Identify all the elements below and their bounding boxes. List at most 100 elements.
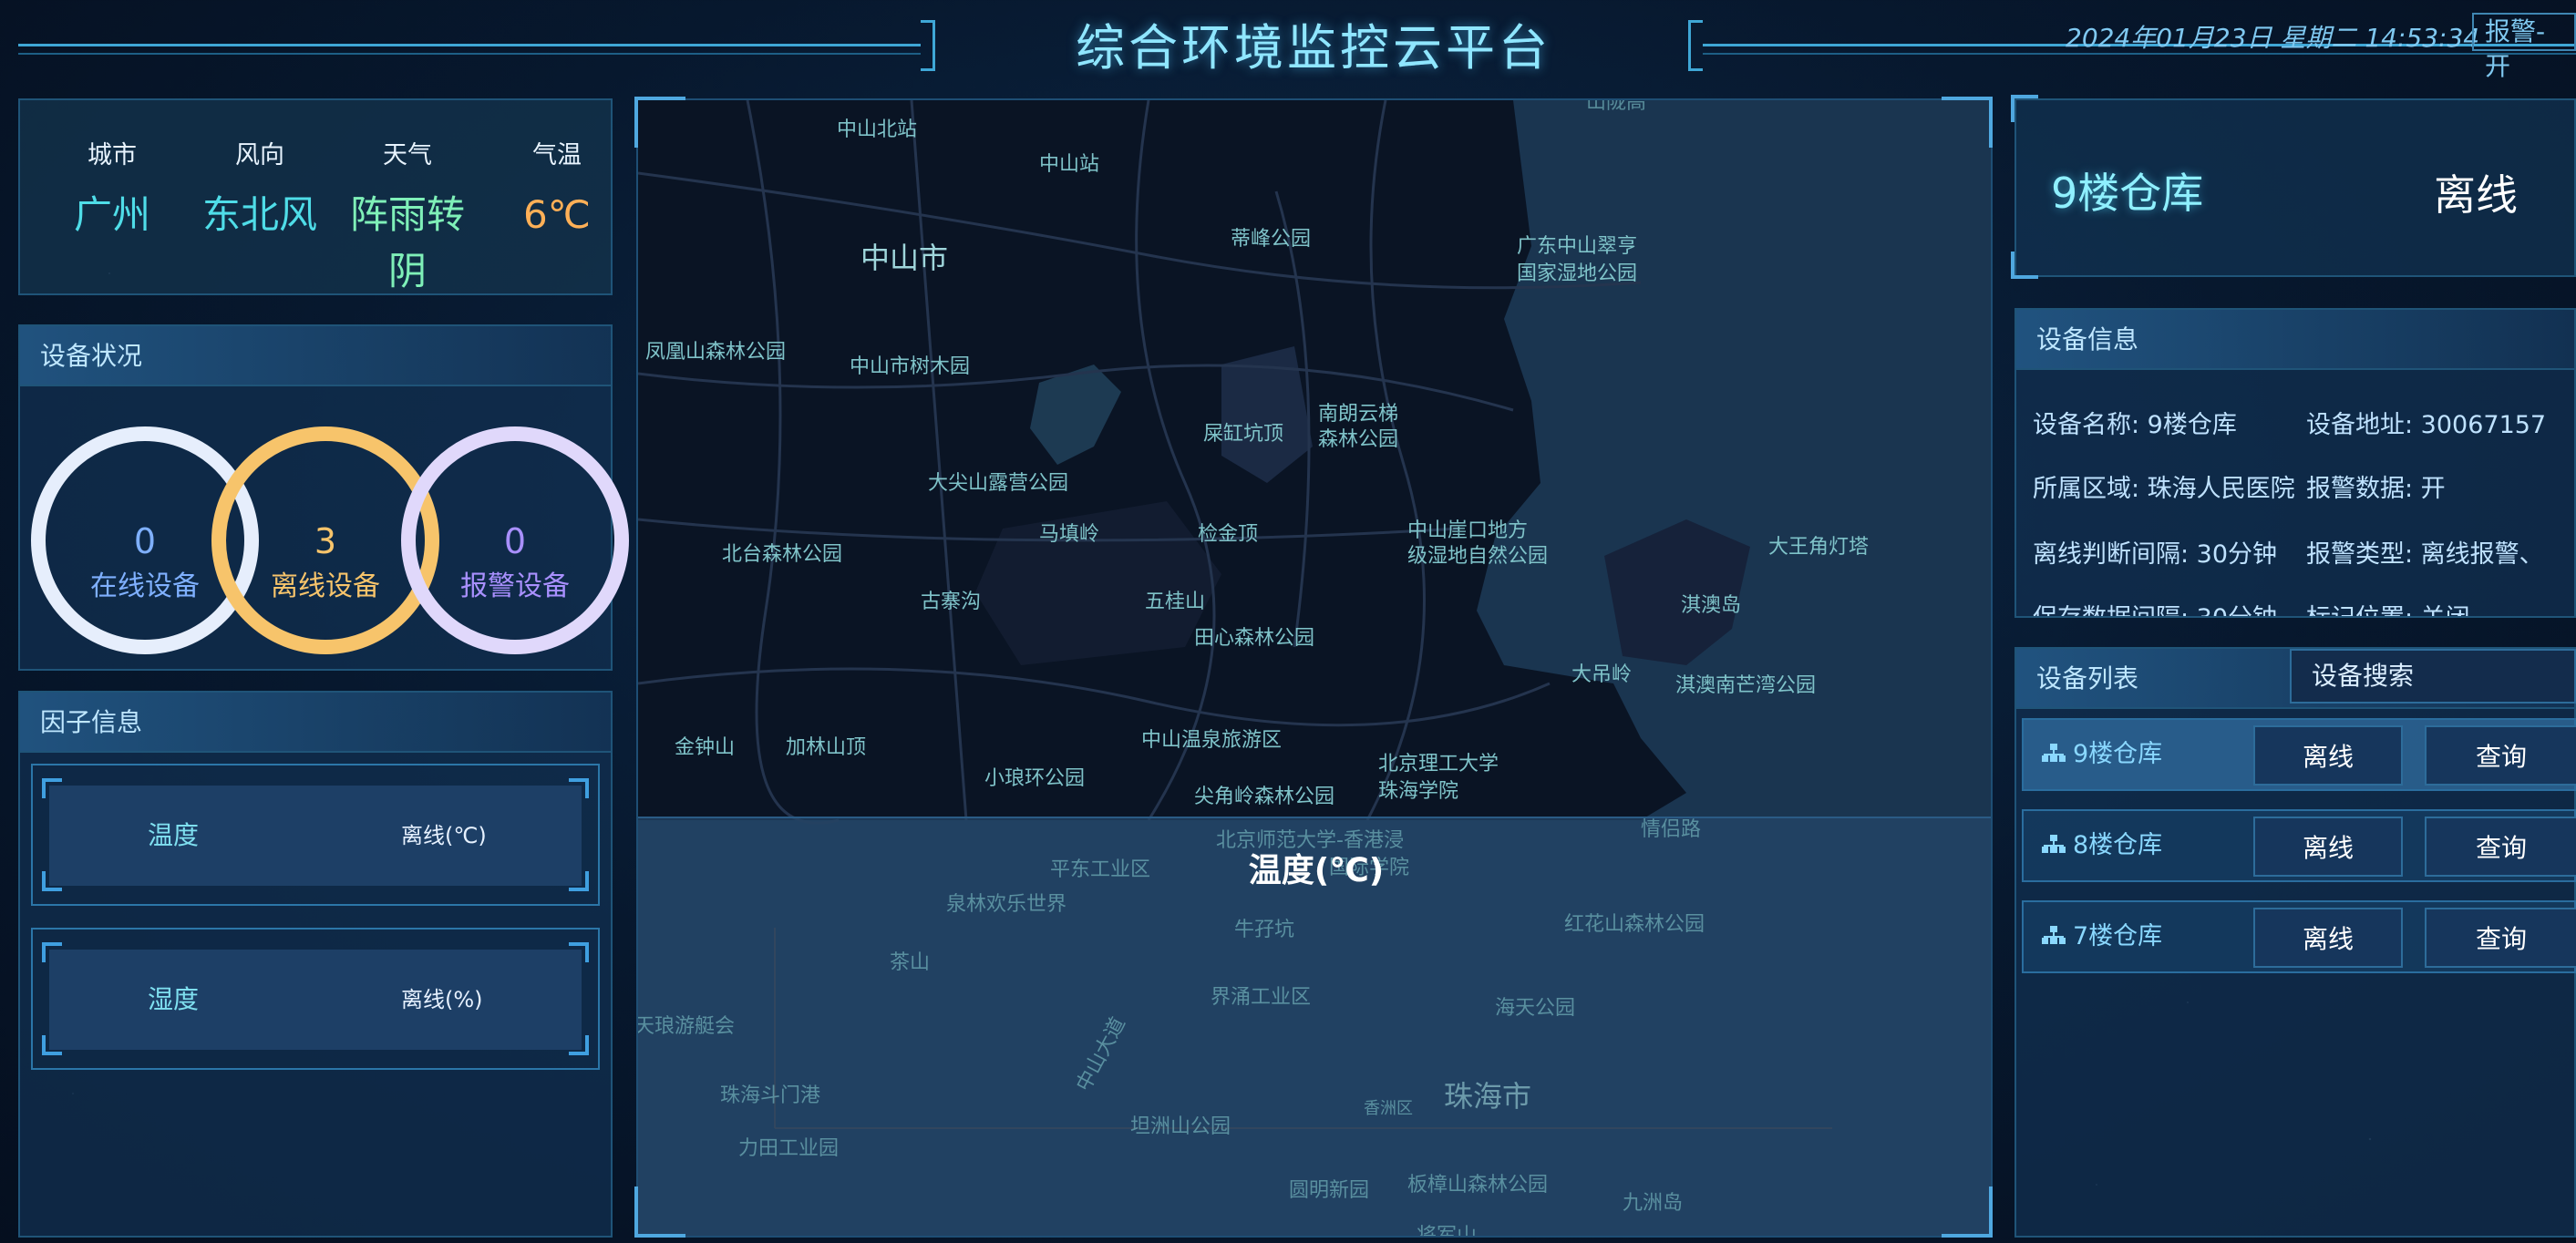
device-row[interactable]: 7楼仓库 离线 查询 (2022, 900, 2576, 973)
road-network (638, 100, 1642, 825)
weather-wind: 风向 东北风 (191, 135, 328, 243)
weather-value: 阵雨转阴 (349, 192, 465, 293)
factor-card-temperature[interactable]: 温度 离线(℃) (31, 764, 600, 906)
map-label: 界涌工业区 (1211, 986, 1312, 1009)
map-label: 尖角岭森林公园 (1194, 786, 1335, 808)
device-row-name: 7楼仓库 (2042, 902, 2162, 971)
map-label: 级湿地自然公园 (1407, 545, 1549, 568)
map-label: 北京理工大学 (1378, 753, 1499, 776)
device-info-title: 设备信息 (2016, 310, 2574, 370)
info-row: 保存数据间隔: 30分钟 标记位置: 关闭 (2033, 598, 2470, 616)
weather-city: 城市 广州 (44, 135, 180, 243)
map-label: 山陇高 (1586, 98, 1647, 114)
device-name-text: 7楼仓库 (2073, 922, 2163, 950)
header-bracket-right (1688, 20, 1703, 71)
map-label: 海天公园 (1495, 997, 1576, 1020)
map-label: 大尖山露营公园 (928, 472, 1069, 495)
device-row[interactable]: 9楼仓库 离线 查询 (2022, 718, 2576, 791)
info-alarm-type: 报警类型: 离线报警、 (2306, 540, 2544, 569)
weather-panel: 城市 广州 风向 东北风 天气 阵雨转阴 气温 6℃ (18, 98, 613, 295)
map-label: 珠海斗门港 (720, 1084, 821, 1107)
info-row: 所属区域: 珠海人民医院 报警数据: 开 (2033, 468, 2446, 504)
alarm-count: 0 (503, 521, 527, 561)
map-label: 屎缸坑顶 (1203, 423, 1284, 446)
map-label: 香洲区 (1364, 1099, 1413, 1118)
info-region: 所属区域: 珠海人民医院 (2033, 475, 2295, 503)
device-info-panel: 设备信息 设备名称: 9楼仓库 设备地址: 30067157 所属区域: 珠海人… (2014, 308, 2576, 618)
sitemap-icon (2042, 835, 2066, 855)
wind-value: 东北风 (201, 192, 317, 237)
chart-title: 温度(℃) (1248, 852, 1385, 889)
current-device-name: 9楼仓库 (2051, 169, 2204, 218)
device-status-button[interactable]: 离线 (2253, 908, 2403, 968)
info-row: 设备名称: 9楼仓库 设备地址: 30067157 (2033, 405, 2546, 440)
city-value: 广州 (73, 192, 150, 237)
panel-corner (2011, 95, 2038, 122)
map-label: 蒂峰公园 (1231, 228, 1312, 251)
factor-value: 离线(%) (401, 987, 483, 1012)
map-label: 小琅环公园 (984, 767, 1086, 790)
factor-value: 离线(℃) (401, 823, 487, 848)
map-label: 茶山 (890, 951, 931, 974)
info-save-interval: 保存数据间隔: 30分钟 (2033, 598, 2297, 616)
page-title: 综合环境监控云平台 (1076, 19, 1551, 77)
factor-card-body: 湿度 离线(%) (49, 950, 582, 1050)
device-query-button[interactable]: 查询 (2425, 725, 2576, 786)
info-device-address: 设备地址: 30067157 (2306, 411, 2547, 439)
map-label: 淇澳南芒湾公园 (1675, 674, 1817, 697)
header: 综合环境监控云平台 2024年01月23日 星期二 14:53:34 报警-开 (0, 0, 2576, 87)
factor-card-humidity[interactable]: 湿度 离线(%) (31, 928, 600, 1070)
map-label: 情侣路 (1641, 818, 1702, 841)
device-status-panel: 设备状况 0 在线设备 3 离线设备 0 报警设备 (18, 324, 629, 671)
factor-card-body: 温度 离线(℃) (49, 786, 582, 886)
map-label: 珠海市 (1444, 1079, 1532, 1114)
map-label: 大吊岭 (1571, 663, 1633, 686)
map-label: 金钟山 (675, 736, 736, 759)
device-row[interactable]: 8楼仓库 离线 查询 (2022, 809, 2576, 882)
sitemap-icon (2042, 926, 2066, 946)
weather-temperature: 气温 6℃ (489, 135, 625, 243)
map-label: 珠海学院 (1378, 780, 1459, 803)
map-label: 圆明新园 (1289, 1179, 1370, 1202)
map-view[interactable]: 中山北站 中山站 中山市 蒂峰公园 广东中山翠亨 国家湿地公园 凤凰山森林公园 … (636, 98, 1993, 1238)
alarm-devices-ring[interactable]: 0 报警设备 (401, 426, 629, 654)
map-label: 中山北站 (837, 118, 918, 141)
temperature-value: 6℃ (523, 192, 591, 237)
map-label: 大王角灯塔 (1768, 536, 1870, 559)
map-label: 加林山顶 (786, 736, 867, 759)
device-status-button[interactable]: 离线 (2253, 725, 2403, 786)
map-label: 泉林欢乐世界 (946, 893, 1067, 916)
map-label: 将军山 (1417, 1225, 1478, 1238)
map-label: 中山市 (860, 241, 949, 275)
device-query-button[interactable]: 查询 (2425, 817, 2576, 877)
info-device-name: 设备名称: 9楼仓库 (2033, 411, 2237, 439)
device-query-button[interactable]: 查询 (2425, 908, 2576, 968)
map-label: 森林公园 (1318, 428, 1399, 451)
city-label: 城市 (88, 141, 137, 170)
map-label: 北台森林公园 (722, 543, 843, 566)
info-offline-interval: 离线判断间隔: 30分钟 (2033, 540, 2278, 569)
device-search-input[interactable]: 设备搜索 (2290, 649, 2576, 704)
map-label: 中山市树木园 (850, 355, 971, 378)
device-name-text: 8楼仓库 (2073, 831, 2163, 859)
map-label: 坦洲山公园 (1130, 1115, 1231, 1138)
map-frame-corner (634, 97, 685, 148)
reservoir-area (1030, 365, 1121, 465)
map-label: 五桂山 (1145, 591, 1206, 613)
factor-name: 湿度 (148, 984, 200, 1014)
factor-info-title: 因子信息 (20, 693, 611, 753)
info-mark-position: 标记位置: 关闭 (2306, 598, 2574, 616)
alarm-toggle-button[interactable]: 报警-开 (2472, 13, 2576, 81)
header-line-left (18, 44, 921, 55)
offline-count: 3 (314, 521, 337, 561)
alarm-label: 报警设备 (460, 570, 570, 602)
info-alarm-data: 报警数据: 开 (2306, 475, 2446, 503)
device-status-button[interactable]: 离线 (2253, 817, 2403, 877)
factor-info-panel: 因子信息 温度 离线(℃) 湿度 离线(%) (18, 691, 613, 1238)
device-row-name: 8楼仓库 (2042, 811, 2162, 880)
map-label: 板樟山森林公园 (1407, 1174, 1549, 1197)
map-label: 中山站 (1039, 153, 1100, 176)
temperature-label: 气温 (532, 141, 582, 170)
map-label: 天琅游艇会 (636, 1015, 736, 1038)
map-label: 牛孖坑 (1234, 919, 1295, 941)
